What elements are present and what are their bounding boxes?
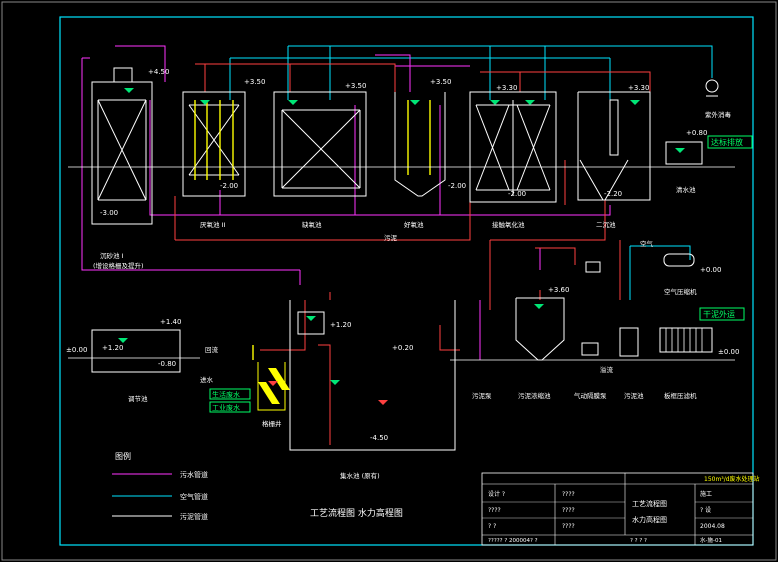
filter-press (659, 327, 713, 353)
unit-labels: 沉砂池 I (增设格栅及提升) 厌氧池 II 缺氧池 好氧池 接触氧化池 二沉池… (93, 110, 732, 480)
tb-bottom-right: 水-施-01 (700, 536, 722, 544)
label-u3: 缺氧池 (302, 220, 322, 229)
level-u4-top: +3.50 (430, 78, 451, 86)
tb-left-row-0: 设计 ? (488, 490, 505, 498)
level-u7-top: +0.80 (686, 129, 707, 137)
tank-u7 (665, 141, 703, 165)
level-u4-bot: -2.00 (448, 182, 466, 190)
level-u5-bot: -2.00 (508, 190, 526, 198)
uv-unit (585, 261, 601, 273)
level-u12-mid: +0.20 (392, 344, 413, 352)
level-u6-top: +3.30 (628, 84, 649, 92)
return-pipe-network (174, 63, 651, 445)
level-u2-top: +3.50 (244, 78, 265, 86)
tb-bottom-left: ????? ? 200004? ? (488, 538, 538, 544)
level-u17: ±0.00 (718, 348, 739, 356)
label-u14: 污泥泵 (472, 392, 492, 400)
level-u10-bot: -0.80 (158, 360, 176, 368)
tank-u16 (619, 327, 639, 357)
pump-u14 (581, 342, 599, 356)
label-drain: 溢流 (600, 365, 614, 374)
label-u7: 清水池 (676, 185, 696, 194)
tb-name1: 工艺流程图 (632, 499, 667, 508)
label-u11: 格栅井 (262, 419, 282, 428)
tank-u1 (91, 81, 153, 225)
label-u1-sub: (增设格栅及提升) (93, 261, 144, 270)
level-u10-top: +1.40 (160, 318, 181, 326)
label-u17: 板框压滤机 (664, 391, 697, 400)
label-return-pipe2: 回流 (205, 345, 219, 354)
legend-item-sewage: 污水管道 (180, 470, 208, 479)
stamp-discharge: 达标排放 (711, 137, 743, 147)
level-u1-bot: -3.00 (100, 209, 118, 217)
blower (705, 79, 719, 93)
stamp-inlet1: 生活废水 (212, 390, 240, 399)
level-u8: +0.00 (700, 266, 721, 274)
tb-right-row-1: ? 设 (700, 506, 711, 514)
level-u10-left: ±0.00 (66, 346, 87, 354)
label-u9: 空气压缩机 (664, 287, 697, 296)
label-u8: 紫外消毒 (705, 110, 732, 119)
label-u12: 集水池 (原有) (340, 471, 380, 480)
label-u13: 污泥浓缩池 (518, 391, 551, 400)
process-drawing: +4.50 +3.50 +3.50 +3.50 +3.30 +3.30 +0.8… (1, 1, 777, 561)
water-level-markers (118, 88, 685, 385)
label-inlet-pipe: 进水 (200, 375, 214, 384)
outer-border (1, 1, 777, 561)
ground-lines (68, 166, 735, 361)
tb-right-row-2: 2004.08 (700, 523, 725, 530)
label-u15: 气动隔膜泵 (574, 391, 607, 400)
level-u10-mid: +1.20 (102, 344, 123, 352)
tank-hopper-1 (394, 92, 446, 197)
legend-item-air: 空气管道 (180, 492, 208, 501)
lift-housing (113, 67, 133, 83)
drawing-title: 工艺流程图 水力高程图 (310, 507, 403, 519)
title-block: 150m³/d废水处理站 设计 ? ???? ? ? ???? ???? ???… (481, 472, 760, 546)
label-u1: 沉砂池 I (100, 251, 124, 260)
tb-header: 150m³/d废水处理站 (704, 475, 760, 483)
elevation-labels: +4.50 +3.50 +3.50 +3.50 +3.30 +3.30 +0.8… (66, 68, 739, 442)
level-u13-top: +3.60 (548, 286, 569, 294)
level-u12-top: +1.20 (330, 321, 351, 329)
label-u6: 二沉池 (596, 220, 616, 229)
level-u1-top: +4.50 (148, 68, 169, 76)
legend-item-sludge: 污泥管道 (180, 512, 208, 521)
tb-right-row-0: 施工 (700, 490, 712, 498)
label-u2: 厌氧池 II (200, 220, 225, 229)
label-u16: 污泥池 (624, 391, 644, 400)
level-u12-bot: -4.50 (370, 434, 388, 442)
tb-mid-row-1: ???? (562, 507, 575, 514)
label-u4: 好氧池 (404, 220, 424, 229)
legend-title: 图例 (115, 451, 131, 461)
tb-left-row-2: ? ? (488, 523, 496, 530)
label-air: 空气 (640, 239, 654, 248)
level-u3-top: +3.50 (345, 82, 366, 90)
sewage-pipe-network (81, 45, 611, 360)
stamp-inlet2: 工业废水 (212, 403, 240, 412)
tank-u12 (289, 300, 456, 451)
tb-mid-row-2: ???? (562, 523, 575, 530)
label-return-pipe: 污泥 (384, 234, 398, 242)
level-u5-top: +3.30 (496, 84, 517, 92)
level-u2-bot: -2.00 (220, 182, 238, 190)
tb-bottom-mid: ? ? ? ? (630, 538, 647, 544)
label-u5: 接触氧化池 (492, 220, 525, 229)
legend: 图例 污水管道 空气管道 污泥管道 (112, 451, 208, 521)
drawing-frame (59, 16, 754, 546)
tank-u2 (182, 91, 246, 197)
stamp-sludge-out: 干泥外运 (703, 309, 735, 319)
tb-left-row-1: ???? (488, 507, 501, 514)
tb-mid-row-0: ???? (562, 491, 575, 498)
level-u6-bot: -2.20 (604, 190, 622, 198)
label-u10: 调节池 (128, 394, 148, 403)
tb-name2: 水力高程图 (632, 515, 667, 524)
